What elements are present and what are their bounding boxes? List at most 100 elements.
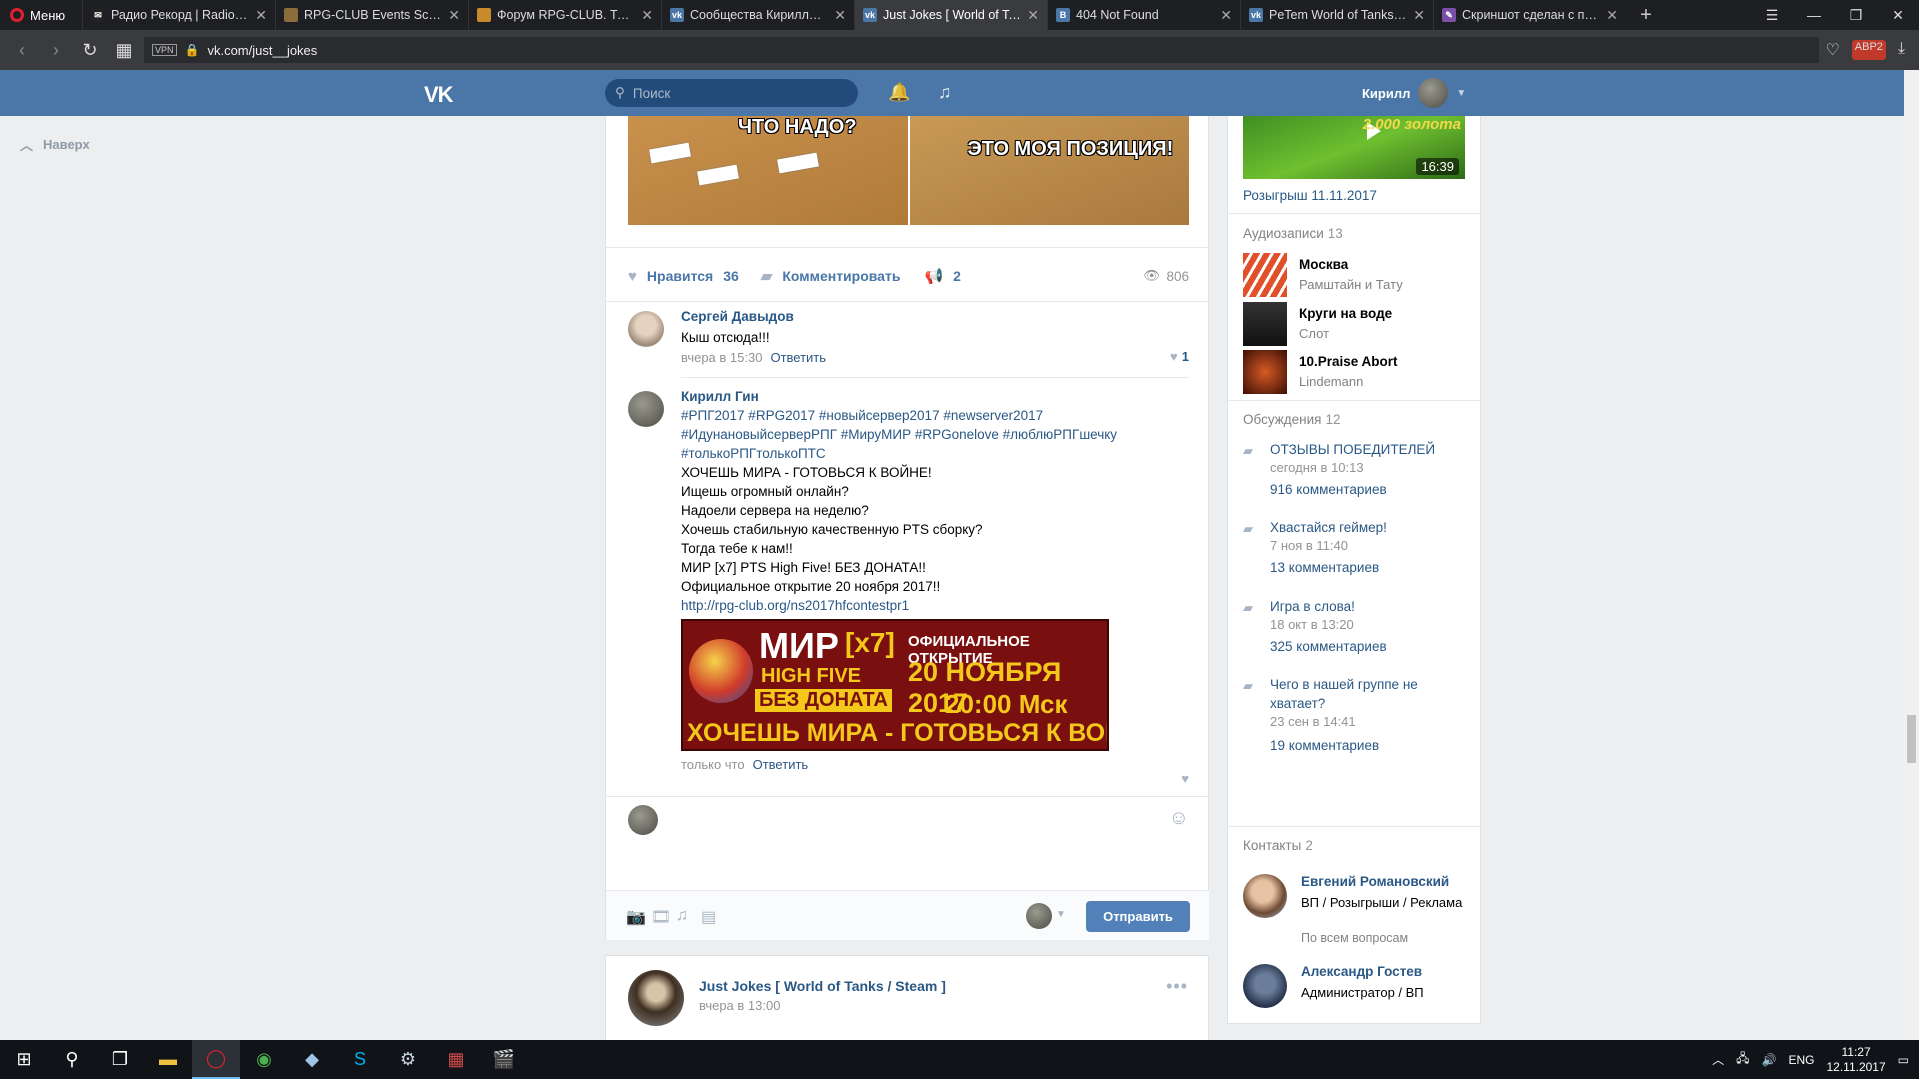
smile-emoji-icon[interactable]: ☺ (1169, 807, 1189, 830)
search-input[interactable] (632, 85, 833, 101)
clock[interactable]: 11:27 12.11.2017 (1826, 1045, 1885, 1075)
music-note-icon[interactable]: ♫ (938, 82, 952, 103)
new-tab-icon[interactable]: + (1626, 0, 1666, 30)
discussion-title[interactable]: Хвастайся геймер! (1270, 518, 1465, 537)
audio-item[interactable]: Круги на воде Слот (1243, 302, 1465, 348)
contact-name[interactable]: Александр Гостев (1301, 964, 1471, 979)
tab-close-icon[interactable]: ✕ (1413, 7, 1425, 24)
audio-artist[interactable]: Рамштайн и Тату (1299, 277, 1403, 292)
steam-icon[interactable]: ⚙ (384, 1040, 432, 1079)
user-menu[interactable]: Кирилл ▼ (1362, 78, 1466, 108)
comment-icon[interactable]: ▰ (761, 267, 773, 285)
opera-menu-button[interactable]: Меню (0, 0, 82, 30)
heart-icon[interactable]: ♥ (628, 268, 637, 285)
video-editor-icon[interactable]: 🎬 (480, 1040, 528, 1079)
tab-close-icon[interactable]: ✕ (641, 7, 653, 24)
notifications-bell-icon[interactable]: 🔔 (888, 82, 910, 103)
share-count[interactable]: 2 (953, 268, 961, 284)
reload-icon[interactable]: ↻ (76, 36, 104, 64)
opera-icon[interactable]: ◯ (192, 1040, 240, 1079)
audio-item[interactable]: Москва Рамштайн и Тату (1243, 253, 1465, 299)
heart-bookmark-icon[interactable]: ♡ (1825, 40, 1839, 60)
url-field[interactable]: VPN 🔒 vk.com/just__jokes (144, 37, 1820, 63)
scrollbar-thumb[interactable] (1907, 715, 1916, 763)
group-name[interactable]: Just Jokes [ World of Tanks / Steam ] (699, 978, 946, 994)
minimize-icon[interactable]: — (1793, 0, 1835, 30)
discussion-comments[interactable]: 19 комментариев (1270, 738, 1379, 753)
audio-artist[interactable]: Lindemann (1299, 374, 1363, 389)
chrome-icon[interactable]: ◉ (240, 1040, 288, 1079)
chevron-down-icon[interactable]: ▼ (1056, 909, 1066, 920)
contact-avatar[interactable] (1243, 874, 1287, 918)
speed-dial-icon[interactable]: ▦ (110, 36, 138, 64)
comment-author-avatar[interactable] (628, 391, 664, 427)
like-count[interactable]: 36 (723, 268, 739, 284)
tab-menu-icon[interactable]: ☰ (1751, 0, 1793, 30)
discussion-comments[interactable]: 13 комментариев (1270, 560, 1379, 575)
network-icon[interactable]: 🖧 (1736, 1049, 1749, 1070)
video-title[interactable]: Розыгрыш 11.11.2017 (1243, 188, 1377, 203)
comment-hashtags[interactable]: #РПГ2017 #RPG2017 #новыйсервер2017 #news… (681, 406, 1189, 463)
comment-time[interactable]: только что (681, 757, 745, 772)
post-time[interactable]: вчера в 13:00 (699, 998, 780, 1013)
comment-link[interactable]: http://rpg-club.org/ns2017hfcontestpr1 (681, 596, 1189, 615)
close-window-icon[interactable]: ✕ (1877, 0, 1919, 30)
chevron-up-icon[interactable]: ︿ (1712, 1051, 1724, 1068)
audio-item[interactable]: 10.Praise Abort Lindemann (1243, 350, 1465, 396)
reply-button[interactable]: Ответить (770, 350, 826, 365)
task-view-icon[interactable]: ❐ (96, 1040, 144, 1079)
back-icon[interactable]: ‹ (8, 36, 36, 64)
search-box[interactable]: ⚲ (605, 79, 858, 107)
comment-input[interactable] (672, 805, 1152, 833)
search-icon[interactable]: ⚲ (48, 1040, 96, 1079)
page-scrollbar[interactable] (1904, 70, 1919, 1040)
share-megaphone-icon[interactable]: 📢 (924, 267, 943, 285)
adblock-icon[interactable]: ABP2 (1851, 40, 1886, 60)
discussions-header[interactable]: Обсуждения 12 (1243, 412, 1341, 427)
browser-tab[interactable]: vk Сообщества Кирилла Ги ✕ (661, 0, 854, 30)
audio-header[interactable]: Аудиозаписи 13 (1243, 226, 1343, 241)
tab-close-icon[interactable]: ✕ (1606, 7, 1618, 24)
comment-like[interactable]: ♥ (1181, 771, 1189, 786)
tab-close-icon[interactable]: ✕ (1220, 7, 1232, 24)
browser-tab[interactable]: vk PeTem World of Tanks BLI ✕ (1240, 0, 1433, 30)
tab-close-icon[interactable]: ✕ (255, 7, 267, 24)
comment-button[interactable]: Комментировать (782, 268, 900, 284)
browser-tab[interactable]: B 404 Not Found ✕ (1047, 0, 1240, 30)
audio-artist[interactable]: Слот (1299, 326, 1329, 341)
tab-close-icon[interactable]: ✕ (834, 7, 846, 24)
contact-name[interactable]: Евгений Романовский (1301, 874, 1471, 889)
contact-avatar[interactable] (1243, 964, 1287, 1008)
game-launcher-icon[interactable]: ▦ (432, 1040, 480, 1079)
skype-icon[interactable]: S (336, 1040, 384, 1079)
app-icon[interactable]: ◆ (288, 1040, 336, 1079)
file-explorer-icon[interactable]: ▬ (144, 1040, 192, 1079)
discussion-comments[interactable]: 916 комментариев (1270, 482, 1387, 497)
comment-time[interactable]: вчера в 15:30 (681, 350, 762, 365)
vpn-badge[interactable]: VPN (152, 44, 177, 56)
post-as-avatar[interactable] (1026, 903, 1052, 929)
language-indicator[interactable]: ENG (1788, 1053, 1814, 1067)
discussion-title[interactable]: ОТЗЫВЫ ПОБЕДИТЕЛЕЙ (1270, 440, 1465, 459)
browser-tab[interactable]: Форум RPG-CLUB. Тема: F ✕ (468, 0, 661, 30)
comment-author-avatar[interactable] (628, 311, 664, 347)
browser-tab-active[interactable]: vk Just Jokes [ World of Tanks ✕ (854, 0, 1047, 30)
comment-banner-image[interactable]: МИР [x7] ОФИЦИАЛЬНОЕ ОТКРЫТИЕ HIGH FIVE … (681, 619, 1109, 751)
notifications-icon[interactable]: ▭ (1898, 1053, 1909, 1067)
comment-author[interactable]: Кирилл Гин (681, 389, 1189, 404)
send-button[interactable]: Отправить (1086, 901, 1190, 932)
music-note-icon[interactable]: ♫ (676, 907, 688, 925)
url-text[interactable]: vk.com/just__jokes (207, 43, 317, 58)
video-film-icon[interactable]: 🎞 (651, 907, 671, 927)
post-image[interactable]: ЧТО НАДО? ЭТО МОЯ ПОЗИЦИЯ! (628, 116, 1189, 225)
scroll-to-top-button[interactable]: ︿ Наверх (20, 135, 90, 154)
tab-close-icon[interactable]: ✕ (448, 7, 460, 24)
discussion-title[interactable]: Игра в слова! (1270, 597, 1465, 616)
tab-close-icon[interactable]: ✕ (1027, 7, 1039, 24)
lock-icon[interactable]: 🔒 (185, 43, 200, 57)
discussion-title[interactable]: Чего в нашей группе не хватает? (1270, 675, 1465, 713)
browser-tab[interactable]: RPG-CLUB Events Screensh ✕ (275, 0, 468, 30)
reply-button[interactable]: Ответить (753, 757, 809, 772)
document-icon[interactable]: ▤ (701, 907, 716, 927)
vk-logo-icon[interactable]: VK (424, 82, 454, 108)
